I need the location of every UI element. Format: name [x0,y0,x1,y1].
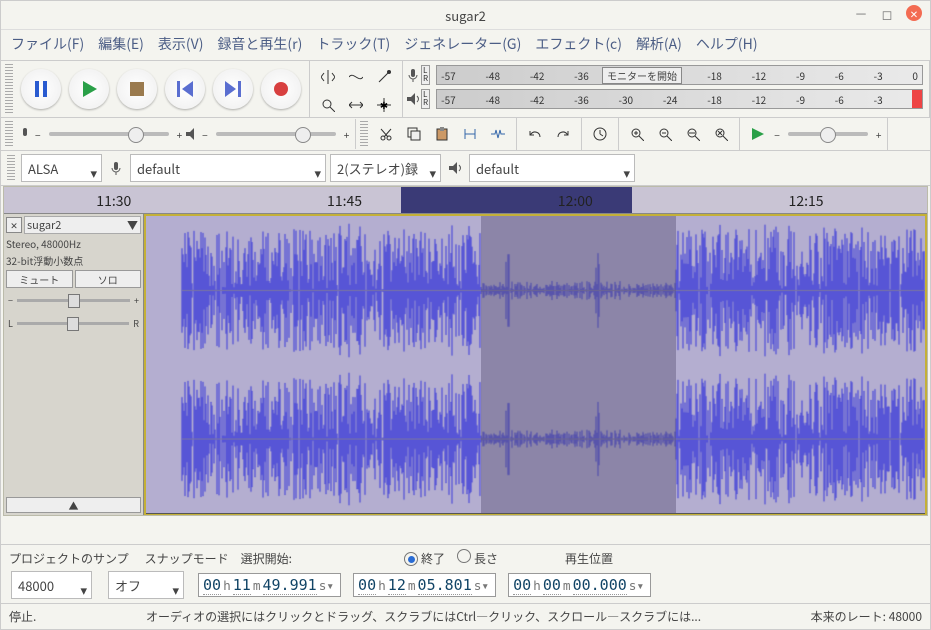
mic-icon [405,67,421,83]
selection-end-field[interactable]: 00h12m05.801s▾ [353,573,496,597]
collapse-button[interactable]: ▲ [6,497,141,513]
snap-label: スナップモード [145,550,229,567]
minimize-button[interactable]: － [854,6,868,20]
input-channels-dropdown[interactable]: 2(ステレオ)録▾ [330,154,441,182]
fit-project-button[interactable] [708,121,734,147]
titlebar: sugar2 － ◻ ✕ [1,1,930,30]
record-button[interactable] [261,69,301,109]
grip[interactable] [360,121,368,147]
gain-slider[interactable] [17,299,130,302]
rec-volume-slider[interactable] [49,132,169,136]
track-close-button[interactable]: ✕ [6,217,22,233]
output-device-dropdown[interactable]: default▾ [469,154,635,182]
fit-selection-button[interactable] [680,121,706,147]
track-format: 32-bit浮動小数点 [6,253,141,268]
chevron-down-icon: ▾ [429,163,436,182]
device-toolbar: ALSA▾ default▾ 2(ステレオ)録▾ default▾ [1,151,930,186]
track-header: ✕ sugar2▼ Stereo, 48000Hz 32-bit浮動小数点 ミュ… [4,214,144,515]
solo-button[interactable]: ソロ [75,270,142,288]
mic-icon [17,126,33,142]
pan-slider[interactable] [17,322,129,325]
menu-item[interactable]: ヘルプ(H) [696,34,758,54]
zoom-out-button[interactable] [652,121,678,147]
selection-toolbar: プロジェクトのサンプ スナップモード 選択開始: 終了 長さ 再生位置 4800… [1,544,930,603]
maximize-button[interactable]: ◻ [880,6,894,20]
close-button[interactable]: ✕ [906,5,922,21]
menu-item[interactable]: 録音と再生(r) [217,34,302,54]
speaker-icon [405,91,421,107]
timeshift-tool[interactable] [343,92,369,118]
rec-meter[interactable]: -57-48-42-36-30-24-18-12-9-6-30 モニターを開始 [436,65,923,85]
zoom-in-button[interactable] [624,121,650,147]
grip[interactable] [5,64,13,114]
sync-lock-button[interactable] [587,121,613,147]
redo-button[interactable] [550,121,576,147]
meter-monitor-label[interactable]: モニターを開始 [602,67,682,84]
pause-button[interactable] [21,69,61,109]
undo-button[interactable] [522,121,548,147]
menu-item[interactable]: ファイル(F) [11,34,84,54]
track-format: Stereo, 48000Hz [6,236,141,251]
paste-button[interactable] [429,121,455,147]
chevron-down-icon: ▾ [623,163,630,182]
skip-start-button[interactable] [165,69,205,109]
play-pos-label: 再生位置 [565,550,613,567]
chevron-down-icon: ▾ [314,163,321,182]
selection-tool[interactable] [315,64,341,90]
multi-tool[interactable]: ✱ [371,92,397,118]
length-radio[interactable] [457,549,471,563]
menu-item[interactable]: 表示(V) [158,34,204,54]
trim-button[interactable] [457,121,483,147]
status-right: 本来のレート: 48000 [811,608,922,625]
track-name-dropdown[interactable]: sugar2▼ [24,216,141,234]
window-title: sugar2 [445,6,486,25]
cut-button[interactable] [373,121,399,147]
grip[interactable] [5,121,13,147]
rate-label: プロジェクトのサンプ [9,550,129,567]
draw-tool[interactable] [371,64,397,90]
playback-speed-slider[interactable] [788,132,868,136]
timeline-ruler[interactable]: 11:3011:4512:0012:15 [4,187,927,214]
mute-button[interactable]: ミュート [6,270,73,288]
play-volume-slider[interactable] [216,132,336,136]
skip-end-button[interactable] [213,69,253,109]
play-at-speed-button[interactable] [745,121,771,147]
menu-item[interactable]: ジェネレーター(G) [404,34,521,54]
input-device-dropdown[interactable]: default▾ [130,154,326,182]
svg-text:✱: ✱ [380,98,388,112]
selection-start-field[interactable]: 00h11m49.991s▾ [198,573,341,597]
menu-item[interactable]: 編集(E) [98,34,144,54]
status-mid: オーディオの選択にはクリックとドラッグ、スクラブにはCtrl―クリック、スクロー… [146,608,701,625]
snap-dropdown[interactable]: オフ▾ [108,571,184,599]
menu-item[interactable]: トラック(T) [316,34,390,54]
grip[interactable] [7,155,15,181]
stop-button[interactable] [117,69,157,109]
menubar: ファイル(F) 編集(E) 表示(V) 録音と再生(r) トラック(T) ジェネレーター(… [1,30,930,60]
envelope-tool[interactable] [343,64,369,90]
chevron-down-icon: ▾ [90,163,97,182]
lr-label: LR [421,65,430,85]
play-meter[interactable]: -57-48-42-36-30-24-18-12-9-6-30 [436,89,923,109]
zoom-tool[interactable] [315,92,341,118]
project-rate-dropdown[interactable]: 48000▾ [11,571,92,599]
status-bar: 停止. オーディオの選択にはクリックとドラッグ、スクラブにはCtrl―クリック、… [1,603,930,629]
speaker-icon [184,126,200,142]
menu-item[interactable]: エフェクト(c) [535,34,622,54]
lr-label: LR [421,89,430,109]
play-button[interactable] [69,69,109,109]
copy-button[interactable] [401,121,427,147]
waveform-area[interactable]: 1.00.50.0-0.5-1.0 1.00.50.0-0.5-1.0 [144,214,927,515]
host-dropdown[interactable]: ALSA▾ [21,154,102,182]
status-left: 停止. [9,608,36,625]
end-radio[interactable] [404,552,418,566]
speaker-icon [447,160,463,176]
audio-position-field[interactable]: 00h00m00.000s▾ [508,573,651,597]
silence-button[interactable] [485,121,511,147]
menu-item[interactable]: 解析(A) [636,34,682,54]
sel-label: 選択開始: [241,550,292,567]
mic-icon [108,160,124,176]
